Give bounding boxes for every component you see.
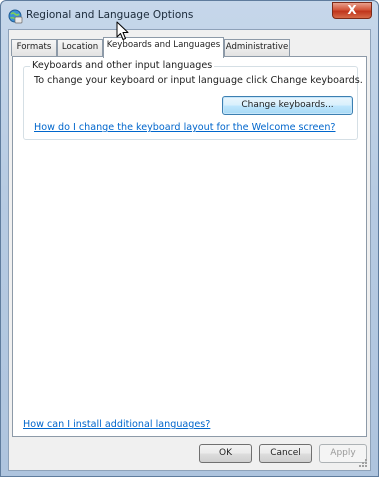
- keyboards-languages-panel: Keyboards and other input languages To c…: [12, 56, 367, 437]
- ok-button[interactable]: OK: [199, 444, 252, 463]
- cancel-button[interactable]: Cancel: [259, 444, 312, 463]
- welcome-screen-keyboard-link[interactable]: How do I change the keyboard layout for …: [34, 122, 336, 133]
- tab-location[interactable]: Location: [57, 39, 103, 56]
- group-description: To change your keyboard or input languag…: [34, 75, 363, 86]
- close-button[interactable]: X: [332, 2, 372, 19]
- tab-administrative[interactable]: Administrative: [224, 39, 290, 56]
- keyboards-group: Keyboards and other input languages To c…: [23, 60, 363, 140]
- dialog-client-area: Formats Location Keyboards and Languages…: [8, 29, 371, 471]
- resize-grip-icon[interactable]: [358, 458, 368, 468]
- install-languages-link[interactable]: How can I install additional languages?: [23, 419, 210, 430]
- regional-options-icon: [8, 9, 23, 24]
- change-keyboards-button[interactable]: Change keyboards...: [222, 96, 353, 115]
- dialog-window: Regional and Language Options X Formats …: [0, 0, 379, 477]
- window-title: Regional and Language Options: [26, 9, 194, 21]
- tab-formats[interactable]: Formats: [11, 39, 57, 56]
- mouse-pointer-icon: [116, 21, 129, 40]
- close-icon: X: [347, 3, 357, 17]
- title-bar[interactable]: Regional and Language Options X: [1, 1, 378, 31]
- group-title: Keyboards and other input languages: [30, 60, 215, 71]
